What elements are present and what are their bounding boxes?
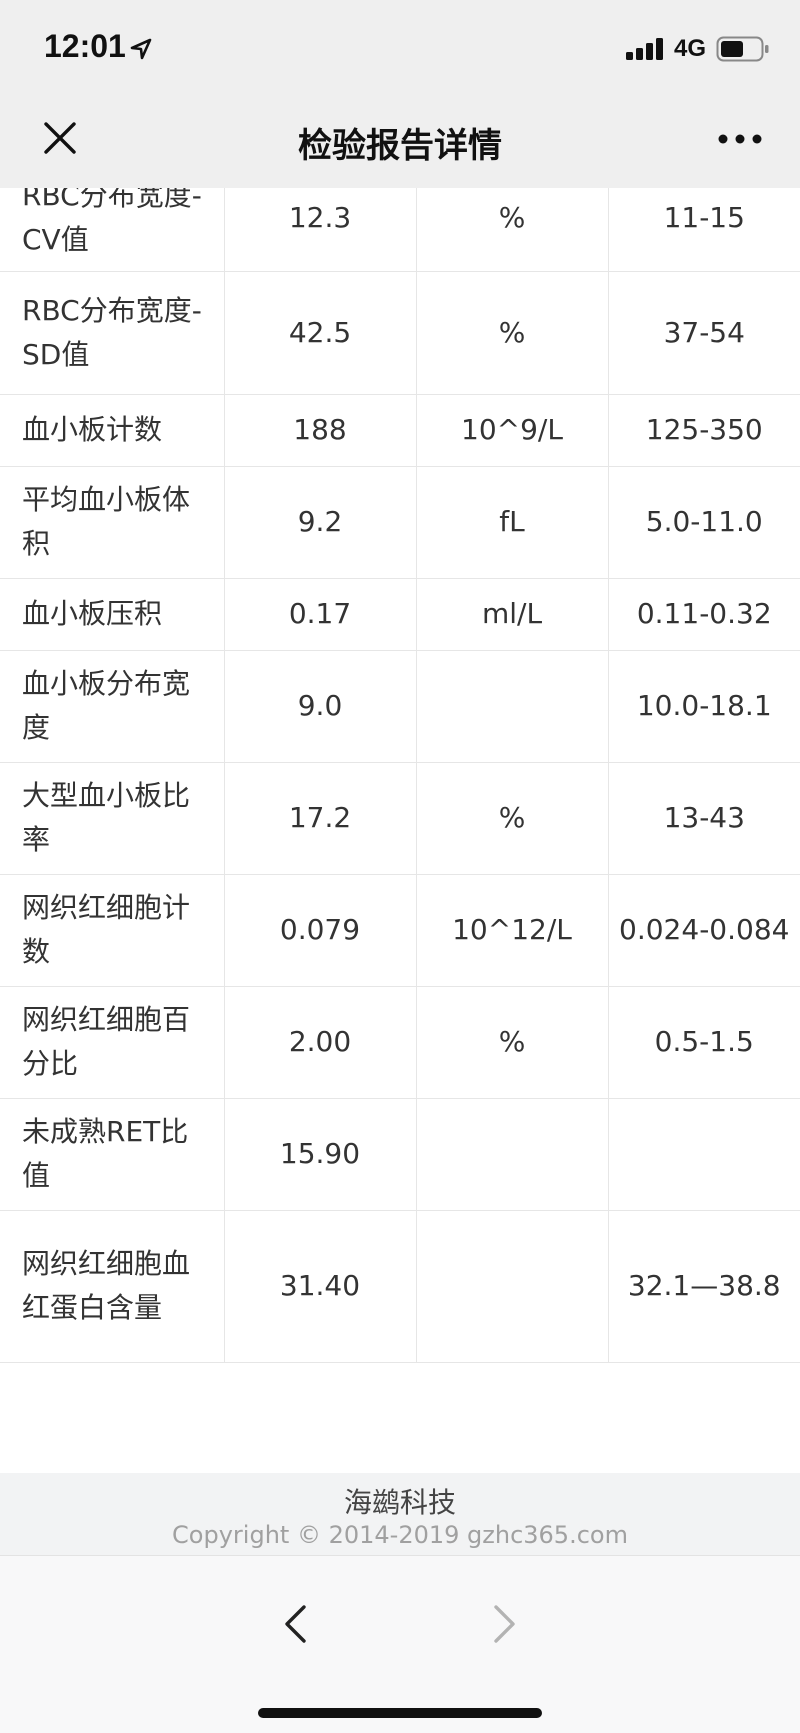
reference-range-cell: 0.5-1.5 xyxy=(608,986,800,1099)
test-name-cell: RBC分布宽度-SD值 xyxy=(0,271,225,395)
table-row: RBC分布宽度-SD值 42.5% 37-54 xyxy=(0,271,800,395)
network-type: 4G xyxy=(674,35,707,62)
unit-cell xyxy=(416,1210,609,1363)
reference-range-cell xyxy=(608,1098,800,1211)
reference-range-cell: 5.0-11.0 xyxy=(608,466,800,579)
result-value-cell: 188 xyxy=(224,394,417,467)
test-name-cell: 网织红细胞百分比 xyxy=(0,986,225,1099)
table-row: 未成熟RET比值 15.90 xyxy=(0,1098,800,1211)
table-row: 血小板分布宽度 9.0 10.0-18.1 xyxy=(0,650,800,763)
home-indicator[interactable] xyxy=(258,1708,542,1718)
table-row: 大型血小板比率 17.2% 13-43 xyxy=(0,762,800,875)
footer-brand: 海鹚科技 xyxy=(343,1486,456,1519)
reference-range-cell: 11-15 xyxy=(608,188,800,272)
unit-cell: % xyxy=(416,271,609,395)
footer-copyright: Copyright © 2014-2019 gzhc365.com xyxy=(172,1521,628,1549)
result-value-cell: 0.079 xyxy=(224,874,417,987)
unit-cell: % xyxy=(416,188,609,272)
unit-cell: 10^9/L xyxy=(416,394,609,467)
result-value-cell: 17.2 xyxy=(224,762,417,875)
more-icon[interactable] xyxy=(718,134,762,144)
chevron-left-icon[interactable] xyxy=(282,1604,308,1644)
unit-cell: 10^12/L xyxy=(416,874,609,987)
table-row: 网织红细胞百分比 2.00% 0.5-1.5 xyxy=(0,986,800,1099)
footer: 海鹚科技 Copyright © 2014-2019 gzhc365.com xyxy=(0,1473,800,1555)
status-bar: 12:01 4G xyxy=(0,0,800,90)
reference-range-cell: 0.024-0.084 xyxy=(608,874,800,987)
signal-icon xyxy=(626,38,663,60)
reference-range-cell: 13-43 xyxy=(608,762,800,875)
reference-range-cell: 10.0-18.1 xyxy=(608,650,800,763)
browser-toolbar xyxy=(0,1555,800,1733)
location-arrow-icon xyxy=(130,38,152,60)
test-name-cell: 网织红细胞血红蛋白含量 xyxy=(0,1210,225,1363)
reference-range-cell: 32.1—38.8 xyxy=(608,1210,800,1363)
result-value-cell: 9.2 xyxy=(224,466,417,579)
chevron-right-icon[interactable] xyxy=(492,1604,518,1644)
test-name-cell: 平均血小板体积 xyxy=(0,466,225,579)
result-value-cell: 15.90 xyxy=(224,1098,417,1211)
unit-cell: ml/L xyxy=(416,578,609,651)
unit-cell xyxy=(416,1098,609,1211)
report-table: RBC分布宽度-CV值 12.3% 11-15 RBC分布宽度-SD值 42.5% 37-… xyxy=(0,188,800,1363)
table-row: 平均血小板体积 9.2 fL 5.0-11.0 xyxy=(0,466,800,579)
table-row: 血小板压积 0.17 ml/L 0.11-0.32 xyxy=(0,578,800,651)
unit-cell: % xyxy=(416,762,609,875)
table-row: RBC分布宽度-CV值 12.3% 11-15 xyxy=(0,188,800,272)
reference-range-cell: 37-54 xyxy=(608,271,800,395)
result-value-cell: 31.40 xyxy=(224,1210,417,1363)
test-name-cell: RBC分布宽度-CV值 xyxy=(0,188,225,272)
result-value-cell: 9.0 xyxy=(224,650,417,763)
test-name-cell: 血小板分布宽度 xyxy=(0,650,225,763)
result-value-cell: 12.3 xyxy=(224,188,417,272)
unit-cell xyxy=(416,650,609,763)
nav-bar: 检验报告详情 xyxy=(0,90,800,188)
test-name-cell: 血小板计数 xyxy=(0,394,225,467)
unit-cell: fL xyxy=(416,466,609,579)
table-row: 网织红细胞计数 0.079 10^12/L 0.024-0.084 xyxy=(0,874,800,987)
battery-icon xyxy=(716,36,769,62)
result-value-cell: 42.5 xyxy=(224,271,417,395)
report-table-container[interactable]: RBC分布宽度-CV值 12.3% 11-15 RBC分布宽度-SD值 42.5% 37-… xyxy=(0,188,800,1473)
table-row: 血小板计数 188 10^9/L 125-350 xyxy=(0,394,800,467)
reference-range-cell: 0.11-0.32 xyxy=(608,578,800,651)
test-name-cell: 血小板压积 xyxy=(0,578,225,651)
status-time: 12:01 xyxy=(44,28,126,64)
test-name-cell: 未成熟RET比值 xyxy=(0,1098,225,1211)
result-value-cell: 2.00 xyxy=(224,986,417,1099)
result-value-cell: 0.17 xyxy=(224,578,417,651)
unit-cell: % xyxy=(416,986,609,1099)
test-name-cell: 大型血小板比率 xyxy=(0,762,225,875)
test-name-cell: 网织红细胞计数 xyxy=(0,874,225,987)
table-row: 网织红细胞血红蛋白含量 31.40 32.1—38.8 xyxy=(0,1210,800,1363)
page-title: 检验报告详情 xyxy=(298,126,502,166)
reference-range-cell: 125-350 xyxy=(608,394,800,467)
